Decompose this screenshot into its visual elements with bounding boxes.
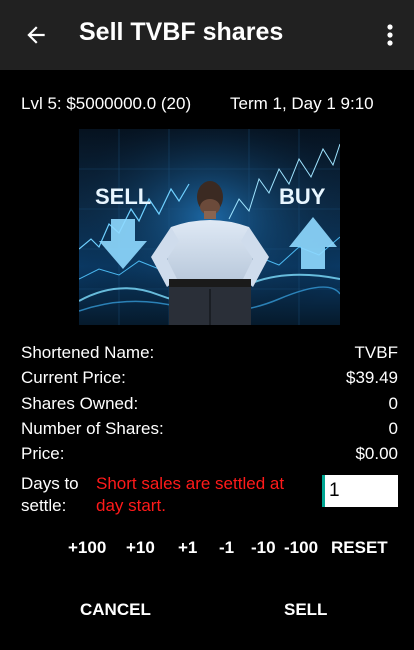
detail-label: Current Price: (21, 368, 126, 387)
days-to-settle-input[interactable] (322, 475, 398, 507)
detail-value: $0.00 (355, 444, 398, 463)
app-bar: Sell TVBF shares (0, 0, 414, 70)
sell-button[interactable]: SELL (284, 600, 327, 620)
cancel-button[interactable]: CANCEL (80, 600, 151, 620)
detail-label: Price: (21, 444, 65, 463)
subtract-1-button[interactable]: -1 (219, 538, 234, 558)
detail-value: 0 (388, 419, 398, 438)
detail-value: TVBF (354, 343, 398, 362)
reset-button[interactable]: RESET (331, 538, 388, 558)
detail-value: 0 (388, 394, 398, 413)
add-10-button[interactable]: +10 (126, 538, 155, 558)
more-vertical-icon (387, 24, 393, 46)
subtract-10-button[interactable]: -10 (251, 538, 276, 558)
market-graph-background: SELL BUY (79, 129, 340, 325)
buy-text: BUY (279, 184, 326, 209)
sell-buy-illustration: SELL BUY (79, 129, 340, 325)
arrow-left-icon (27, 26, 45, 44)
overflow-menu-button[interactable] (376, 17, 404, 53)
back-button[interactable] (18, 17, 54, 53)
add-100-button[interactable]: +100 (68, 538, 106, 558)
detail-value: $39.49 (346, 368, 398, 387)
term-info: Term 1, Day 1 9:10 (230, 94, 374, 113)
detail-label: Shortened Name: (21, 343, 155, 362)
add-1-button[interactable]: +1 (178, 538, 197, 558)
page-title: Sell TVBF shares (79, 18, 284, 46)
level-info: Lvl 5: $5000000.0 (20) (21, 94, 192, 113)
subtract-100-button[interactable]: -100 (284, 538, 318, 558)
short-sale-warning: Short sales are settled at day start. (96, 474, 285, 515)
sell-text: SELL (95, 184, 151, 209)
detail-label: Shares Owned: (21, 394, 139, 413)
detail-label: Number of Shares: (21, 419, 164, 438)
days-to-settle-label: Days to settle: (21, 474, 79, 515)
